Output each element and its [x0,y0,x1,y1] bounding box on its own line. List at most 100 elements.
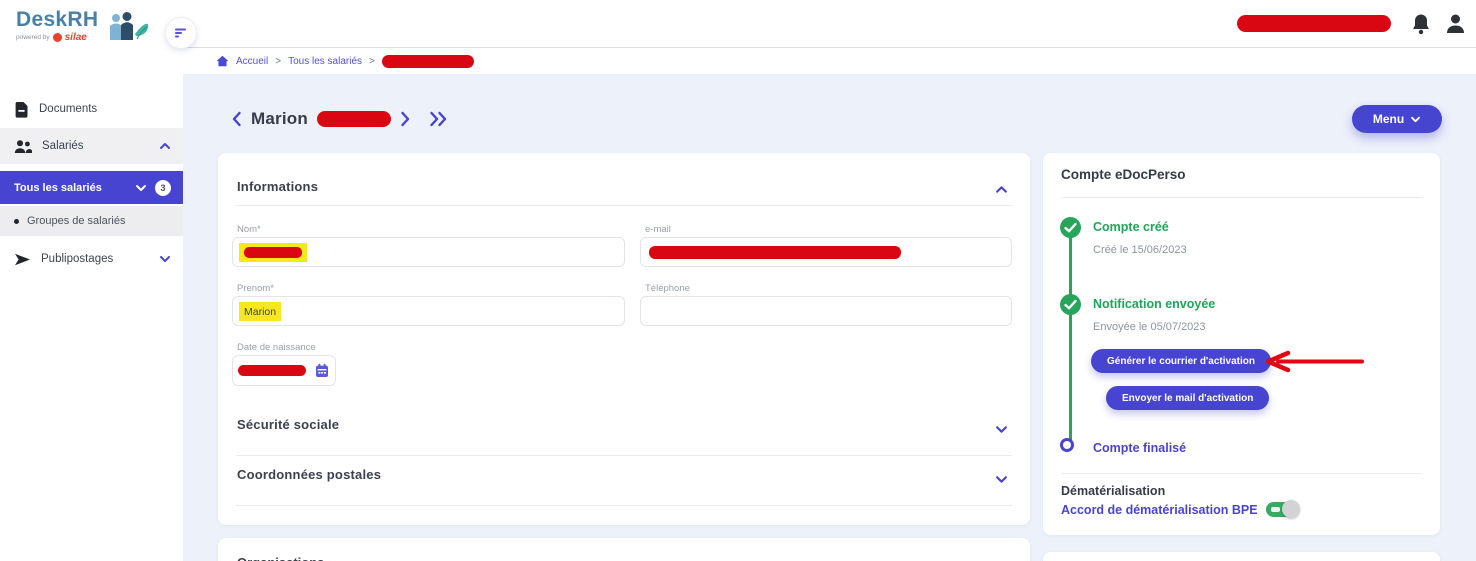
count-badge: 3 [155,180,171,196]
people-illustration-icon [108,12,150,47]
accord-dematerialisation-row: Accord de dématérialisation BPE [1061,502,1297,517]
breadcrumb-accueil[interactable]: Accueil [236,56,268,67]
sidebar-item-label: Groupes de salariés [27,215,125,227]
profile-button[interactable] [1444,12,1467,41]
accord-dematerialisation-toggle[interactable] [1266,502,1297,517]
divider [1061,473,1422,474]
menu-button-label: Menu [1373,112,1404,126]
dematerialisation-title: Dématérialisation [1061,484,1165,498]
silae-brand: silae [65,32,87,43]
employee-first-name: Marion [251,109,308,129]
nom-value-redacted [244,247,302,258]
step-compte-finalise-label: Compte finalisé [1093,441,1186,455]
chevron-down-icon [159,255,171,263]
section-informations: Informations [237,179,318,194]
generer-courrier-activation-button[interactable]: Générer le courrier d'activation [1091,349,1271,373]
chevron-up-icon [159,142,171,150]
chevron-down-icon [995,425,1008,434]
prenom-label: Prenom* [237,283,274,294]
breadcrumb-employee-redacted [382,55,474,68]
calendar-icon [315,363,329,378]
section-securite-sociale: Sécurité sociale [237,417,339,432]
timeline-connector [1069,229,1072,441]
sidebar-item-label: Tous les salariés [14,182,102,194]
sidebar-item-label: Publipostages [41,253,113,265]
divider [236,455,1012,456]
expand-securite-sociale-button[interactable] [995,421,1008,439]
step-done-check-icon [1060,294,1081,315]
red-arrow-annotation [1256,349,1368,375]
email-label: e-mail [645,224,671,235]
menu-button[interactable]: Menu [1352,105,1442,133]
envoyer-mail-activation-button[interactable]: Envoyer le mail d'activation [1106,386,1269,410]
sidebar-item-salaries[interactable]: Salariés [0,128,183,164]
filter-icon [174,27,188,39]
notifications-button[interactable] [1410,12,1432,41]
step-compte-cree-date: Créé le 15/06/2023 [1093,244,1187,256]
chevron-down-icon [135,184,147,192]
step-notification-envoyee-date: Envoyée le 05/07/2023 [1093,321,1206,333]
chevron-down-icon [995,475,1008,484]
user-account-redacted [1237,15,1391,32]
next-employee-button[interactable] [400,111,411,127]
breadcrumb-separator: > [369,56,375,67]
sidebar-item-publipostages[interactable]: Publipostages [0,244,183,274]
breadcrumb-tous-les-salaries[interactable]: Tous les salariés [288,56,362,67]
prenom-input[interactable]: Marion [232,296,625,326]
divider [236,205,1012,206]
divider [1061,197,1422,198]
email-value-redacted [649,246,901,259]
section-coordonnees-postales: Coordonnées postales [237,467,381,482]
date-naissance-redacted [238,365,306,376]
employee-nav: Marion [231,105,448,133]
sidebar: Documents Salariés Tous les salariés [0,48,183,561]
sidebar-item-label: Documents [39,103,97,115]
telephone-label: Téléphone [645,283,690,294]
nom-value-highlighted [239,243,307,262]
edocperso-card: Compte eDocPerso Compte créé Créé le 15/… [1043,153,1440,535]
deskrh-app: DeskRH powered by silae [0,0,1476,561]
chevron-up-icon [995,185,1008,194]
brand-name: DeskRH [16,8,98,32]
employee-form-card: Informations Nom* e-mail Prenom* Marion … [218,153,1030,525]
accord-dematerialisation-label: Accord de dématérialisation BPE [1061,503,1258,517]
nom-label: Nom* [237,224,261,235]
step-compte-cree-label: Compte créé [1093,220,1169,234]
calendar-picker-button[interactable] [315,363,329,383]
powered-by-label: powered by [16,34,50,41]
deskrh-logo[interactable]: DeskRH powered by silae [16,8,98,43]
send-icon [14,252,31,267]
step-pending-circle-icon [1060,438,1074,452]
bell-icon [1410,12,1432,36]
people-icon [14,139,32,154]
step-done-check-icon [1060,217,1081,238]
sidebar-item-groupes-de-salaries[interactable]: Groupes de salariés [0,206,183,236]
breadcrumb-separator: > [275,56,281,67]
nom-input[interactable] [232,237,625,267]
document-icon [14,101,29,118]
topbar: DeskRH powered by silae [0,0,1476,48]
prenom-value-highlighted: Marion [239,302,281,321]
sidebar-item-tous-les-salaries[interactable]: Tous les salariés 3 [0,171,183,204]
divider [236,505,1012,506]
organisations-card: Organisations [218,538,1030,561]
next-panel-card [1043,552,1440,561]
telephone-input[interactable] [640,296,1012,326]
chevron-down-icon [1410,116,1421,123]
expand-coordonnees-postales-button[interactable] [995,471,1008,489]
skip-forward-button[interactable] [429,111,448,127]
toggle-on-mark [1271,507,1280,512]
step-notification-envoyee-label: Notification envoyée [1093,297,1215,311]
collapse-sidebar-button[interactable] [165,17,197,49]
bullet-dot-icon [14,219,19,224]
date-naissance-input[interactable] [232,355,336,386]
collapse-informations-button[interactable] [995,181,1008,199]
breadcrumb: Accueil > Tous les salariés > [183,48,1476,74]
user-icon [1444,12,1467,36]
email-input[interactable] [640,237,1012,267]
previous-employee-button[interactable] [231,111,242,127]
home-icon[interactable] [216,55,229,67]
edocperso-title: Compte eDocPerso [1061,167,1186,182]
sidebar-item-documents[interactable]: Documents [0,94,183,124]
section-organisations: Organisations [237,555,324,561]
